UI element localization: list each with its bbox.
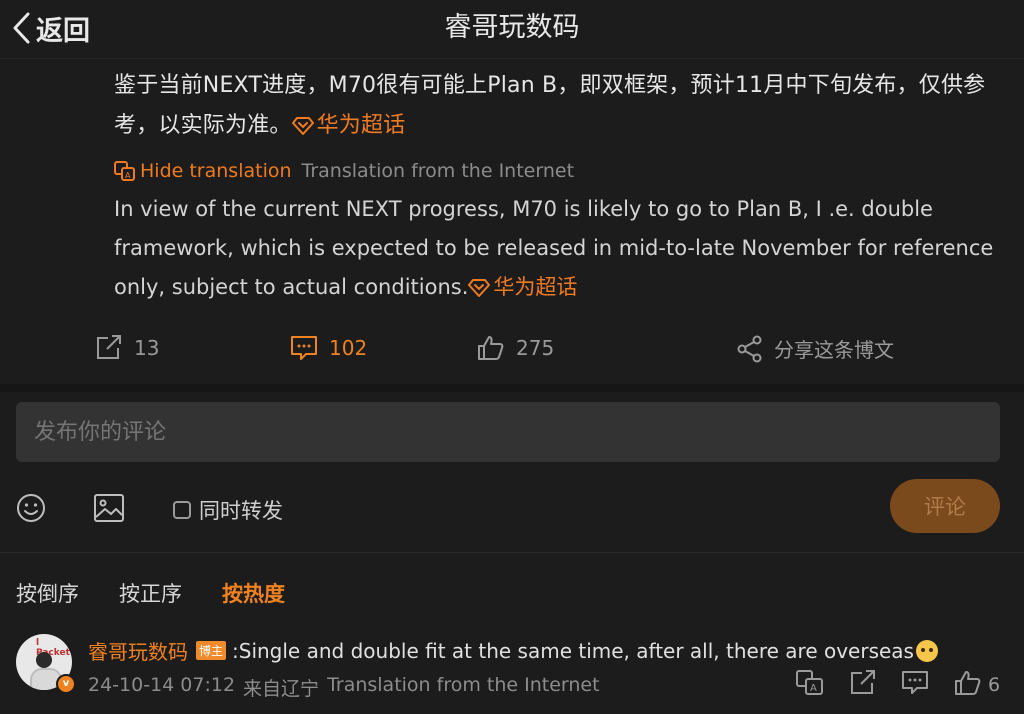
post-translated-text: In view of the current NEXT progress, M7… (114, 190, 1014, 307)
composer-tools: 同时转发 评论 (0, 479, 1024, 533)
comment-text: :Single and double fit at the same time,… (232, 638, 914, 663)
topic-link[interactable]: 华为超话 (291, 113, 406, 138)
author-badge: 博主 (196, 641, 227, 660)
svg-text:A: A (125, 171, 131, 180)
repost-icon (851, 670, 875, 694)
thumbs-up-icon (478, 336, 504, 360)
comment-input[interactable] (16, 402, 1000, 462)
comment-icon (291, 336, 317, 360)
svg-text:A: A (810, 683, 817, 694)
like-count: 275 (516, 336, 555, 360)
image-button[interactable] (93, 492, 125, 528)
translation-bar: A Hide translation Translation from the … (114, 160, 1014, 182)
emoji-button[interactable] (15, 492, 47, 528)
comment-like-button[interactable] (954, 670, 982, 700)
repost-checkbox[interactable]: 同时转发 (173, 495, 283, 525)
translate-button[interactable]: A (796, 670, 824, 700)
post-original-text: 鉴于当前NEXT进度，M70很有可能上Plan B，即双框架，预计11月中下旬发… (114, 66, 1014, 146)
sort-tabs: 按倒序 按正序 按热度 (16, 578, 285, 608)
sort-hot-tab[interactable]: 按热度 (222, 578, 285, 608)
thumbs-up-icon (955, 671, 981, 695)
comment-repost-button[interactable] (849, 670, 877, 700)
divider (0, 552, 1024, 553)
topic-link-translated[interactable]: 华为超话 (468, 275, 577, 299)
share-label: 分享这条博文 (774, 338, 894, 362)
topic-label: 华为超话 (493, 275, 578, 299)
post-body: 鉴于当前NEXT进度，M70很有可能上Plan B，即双框架，预计11月中下旬发… (114, 66, 1014, 307)
doge-emoji-icon (915, 639, 938, 662)
comment-button[interactable]: 102 (289, 334, 367, 362)
comment-count: 102 (329, 336, 368, 360)
comment-timestamp: 24-10-14 07:12 (88, 674, 236, 696)
comment-item: l Packet v 睿哥玩数码 博主 :Single and double f… (16, 630, 1016, 714)
comment-content: 睿哥玩数码 博主 :Single and double fit at the s… (88, 636, 938, 665)
repost-button[interactable]: 13 (94, 334, 159, 362)
repost-count: 13 (134, 336, 160, 360)
comment-icon (902, 671, 928, 694)
image-icon (94, 494, 124, 522)
sort-reverse-tab[interactable]: 按倒序 (16, 578, 79, 608)
translate-icon: A (114, 161, 135, 181)
comment-reply-button[interactable] (901, 670, 929, 700)
hide-translation-link[interactable]: Hide translation (140, 160, 292, 182)
comment-translation-source[interactable]: Translation from the Internet (327, 674, 600, 701)
translation-source: Translation from the Internet (301, 160, 575, 182)
avatar-head (36, 652, 52, 668)
comment-meta: 24-10-14 07:12 来自辽宁 Translation from the… (88, 674, 600, 701)
section-divider (0, 384, 1024, 392)
comment-like-count: 6 (988, 674, 1001, 696)
repost-label: 同时转发 (199, 499, 283, 523)
comment-location: 来自辽宁 (243, 678, 320, 700)
share-icon (737, 335, 762, 362)
checkbox-box[interactable] (173, 501, 191, 519)
top-bar: 返回 睿哥玩数码 (0, 0, 1024, 59)
sort-forward-tab[interactable]: 按正序 (119, 578, 182, 608)
comment-author[interactable]: 睿哥玩数码 (88, 636, 188, 665)
post-text: 鉴于当前NEXT进度，M70很有可能上Plan B，即双框架，预计11月中下旬发… (114, 73, 986, 138)
page-title: 睿哥玩数码 (444, 12, 580, 43)
verified-badge-icon: v (56, 674, 76, 694)
share-button[interactable]: 分享这条博文 (736, 334, 894, 363)
diamond-icon (468, 279, 491, 297)
submit-comment-button[interactable]: 评论 (890, 479, 1000, 533)
comment-actions: A (796, 670, 1016, 700)
post-actions: 13 102 275 分享这条博文 (0, 334, 1024, 372)
like-button[interactable]: 275 (476, 334, 554, 362)
translate-icon: A (796, 670, 823, 695)
smiley-icon (17, 494, 45, 522)
topic-label: 华为超话 (316, 113, 406, 138)
repost-icon (97, 335, 121, 359)
diamond-icon (291, 117, 314, 135)
